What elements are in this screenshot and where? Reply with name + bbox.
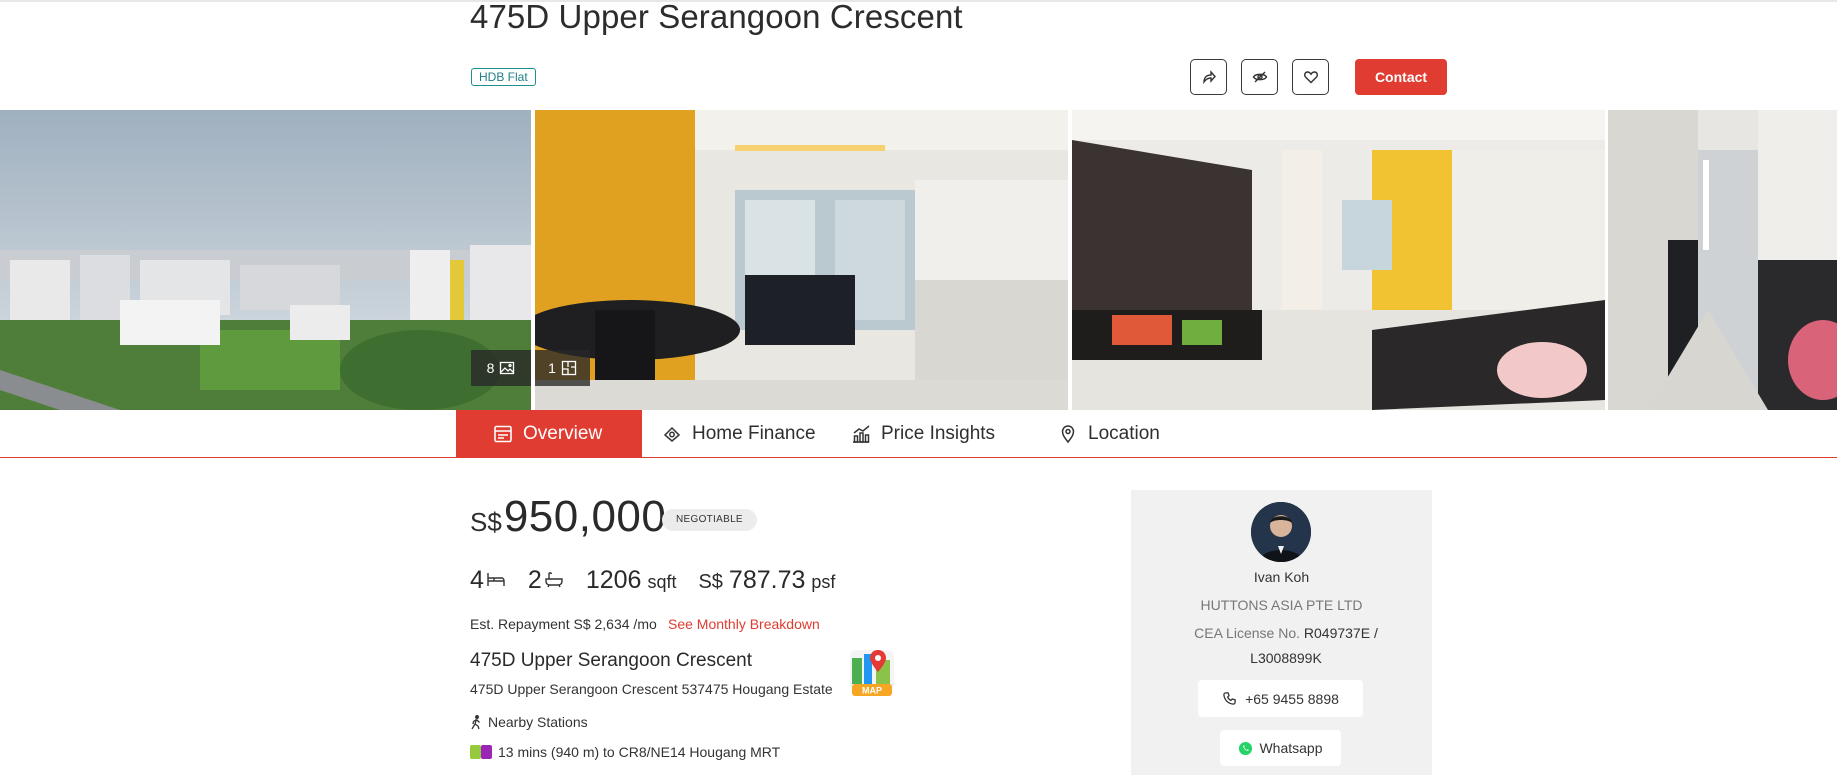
bedroom-count: 4 (470, 566, 484, 594)
bedrooms: 4 (470, 566, 506, 595)
tab-overview-label: Overview (523, 423, 603, 444)
price-currency: S$ (470, 507, 502, 537)
floor-area: 1206 sqft (586, 566, 677, 595)
tab-price-insights-label: Price Insights (881, 423, 996, 444)
map-icon[interactable]: MAP (848, 646, 896, 698)
phone-icon (1223, 692, 1236, 705)
bathtub-icon (545, 572, 563, 588)
photo-gallery: 8 1 (0, 110, 1837, 410)
circle-line-chip (470, 745, 481, 759)
nearby-stations-label: Nearby Stations (488, 714, 588, 730)
location-pin-icon (1061, 425, 1075, 444)
address-title: 475D Upper Serangoon Crescent (470, 650, 753, 671)
contact-button[interactable]: Contact (1355, 59, 1447, 95)
gallery-photo-4[interactable] (1608, 110, 1837, 410)
listing-title: 475D Upper Serangoon Crescent (470, 0, 963, 35)
favorite-button[interactable] (1292, 59, 1329, 95)
floorplan-count-button[interactable]: 1 (535, 350, 590, 386)
avatar[interactable] (1251, 502, 1311, 562)
tab-location-label: Location (1088, 423, 1160, 444)
floorplan-icon (561, 360, 577, 376)
heart-icon (1303, 71, 1318, 84)
listing-actions: Contact (1190, 59, 1447, 95)
price: S$ 950,000 (470, 492, 666, 542)
bed-icon (487, 573, 505, 586)
whatsapp-label: Whatsapp (1259, 740, 1323, 756)
eye-slash-icon (1252, 71, 1267, 83)
tab-price-insights[interactable]: Price Insights (851, 410, 995, 458)
tab-overview[interactable]: Overview (456, 410, 642, 458)
cea-license: CEA License No. R049737E / L3008899K (1171, 621, 1401, 671)
nearby-stations-heading: Nearby Stations (470, 714, 588, 730)
area-value: 1206 (585, 566, 642, 594)
phone-button[interactable]: +65 9455 8898 (1198, 680, 1363, 717)
estimated-repayment: Est. Repayment S$ 2,634 /mo (470, 616, 657, 632)
agent-name[interactable]: Ivan Koh (1131, 569, 1432, 585)
gallery-photo-3[interactable] (1072, 110, 1605, 410)
map-icon-label: MAP (862, 686, 882, 696)
chart-icon (853, 425, 870, 443)
agent-card: Ivan Koh HUTTONS ASIA PTE LTD CEA Licens… (1131, 490, 1432, 775)
share-button[interactable] (1190, 59, 1227, 95)
image-icon (500, 361, 515, 375)
phone-number: +65 9455 8898 (1245, 690, 1339, 707)
walking-icon (471, 714, 480, 729)
share-icon (1202, 70, 1216, 85)
floorplan-count: 1 (548, 360, 556, 376)
tab-bar: Overview Home Finance Price Insights Loc… (0, 410, 1837, 458)
hide-listing-button[interactable] (1241, 59, 1278, 95)
tab-home-finance[interactable]: Home Finance (662, 410, 816, 458)
monthly-breakdown-link[interactable]: See Monthly Breakdown (668, 616, 820, 632)
price-per-sqft: S$ 787.73 psf (698, 566, 835, 595)
property-specs: 4 2 1206 sqft S$ 787.73 psf (470, 566, 857, 595)
area-unit: sqft (647, 572, 677, 592)
north-east-line-chip (481, 745, 492, 759)
address-full: 475D Upper Serangoon Crescent 537475 Hou… (470, 681, 833, 697)
photo-count-button[interactable]: 8 (471, 350, 531, 386)
negotiable-badge: NEGOTIABLE (662, 509, 757, 531)
mrt-line-chips (470, 745, 492, 759)
bathroom-count: 2 (527, 566, 542, 594)
station-distance: 13 mins (940 m) to CR8/NE14 Hougang MRT (498, 744, 781, 760)
gallery-photo-2[interactable] (535, 110, 1068, 410)
bathrooms: 2 (528, 566, 564, 595)
photo-count: 8 (486, 360, 495, 376)
tab-location[interactable]: Location (1058, 410, 1160, 458)
price-amount: 950,000 (503, 492, 667, 541)
tab-home-finance-label: Home Finance (692, 423, 816, 444)
psf-currency: S$ (698, 571, 723, 593)
gallery-photo-1[interactable] (0, 110, 531, 410)
psf-value: 787.73 (728, 566, 806, 594)
finance-icon (663, 426, 681, 442)
license-label: CEA License No. (1194, 625, 1300, 641)
nearby-station-item: 13 mins (940 m) to CR8/NE14 Hougang MRT (470, 744, 780, 760)
agency-name: HUTTONS ASIA PTE LTD (1200, 597, 1363, 613)
whatsapp-icon (1239, 741, 1253, 755)
property-type-badge: HDB Flat (471, 68, 536, 86)
overview-icon (494, 425, 512, 443)
psf-unit: psf (811, 572, 836, 592)
whatsapp-button[interactable]: Whatsapp (1220, 730, 1341, 766)
